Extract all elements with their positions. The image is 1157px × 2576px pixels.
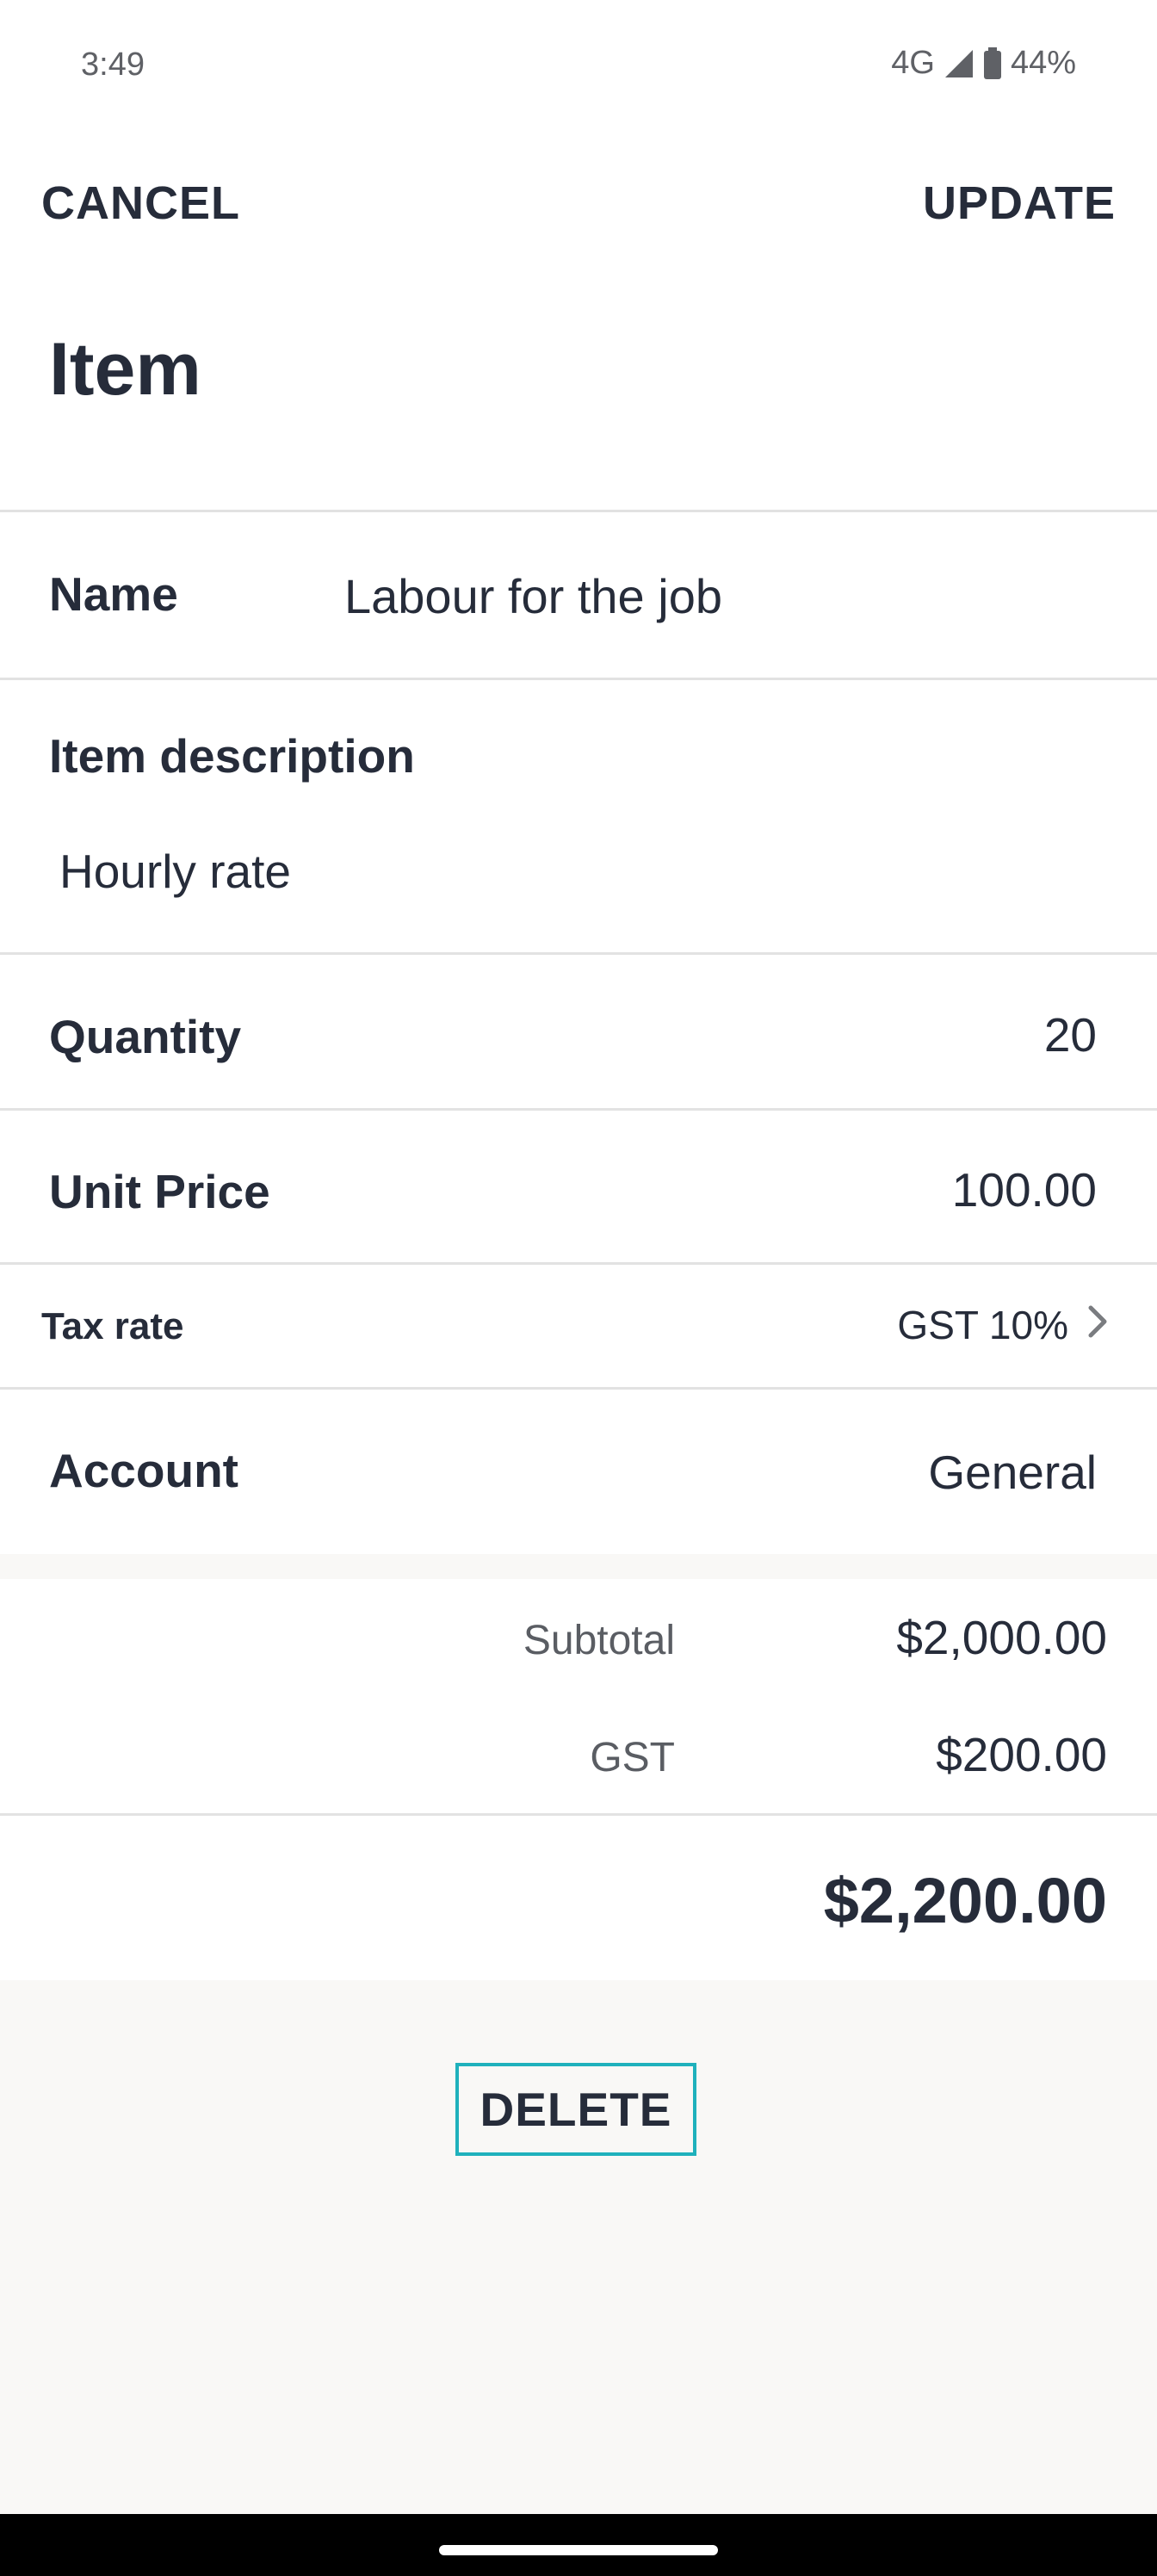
chevron-right-icon <box>1087 1302 1108 1348</box>
account-value[interactable]: General <box>928 1445 1097 1500</box>
tax-rate-label: Tax rate <box>41 1305 184 1347</box>
divider <box>0 1813 1157 1816</box>
update-button[interactable]: UPDATE <box>923 176 1116 230</box>
cancel-button[interactable]: CANCEL <box>41 176 240 230</box>
divider <box>0 1108 1157 1111</box>
tax-rate-selector[interactable]: GST 10% <box>897 1302 1108 1348</box>
item-edit-screen: 3:49 4G 44% CANCEL UPDATE Item Name Labo… <box>0 0 1157 2576</box>
subtotal-label: Subtotal <box>523 1618 675 1663</box>
quantity-label: Quantity <box>49 1010 242 1063</box>
gst-value: $200.00 <box>936 1728 1107 1781</box>
battery-icon <box>983 46 1002 80</box>
unit-price-label: Unit Price <box>49 1165 270 1218</box>
tax-rate-value: GST 10% <box>897 1303 1068 1347</box>
account-label: Account <box>49 1444 238 1497</box>
total-value: $2,200.00 <box>823 1865 1107 1936</box>
status-indicators: 4G 44% <box>891 45 1076 82</box>
divider <box>0 952 1157 955</box>
battery-level: 44% <box>1010 45 1076 81</box>
gst-label: GST <box>590 1735 675 1780</box>
quantity-input[interactable]: 20 <box>1044 1007 1097 1062</box>
signal-icon <box>944 48 974 79</box>
subtotal-value: $2,000.00 <box>896 1611 1107 1664</box>
description-label: Item description <box>49 729 415 783</box>
divider <box>0 1262 1157 1265</box>
section-gap <box>0 1555 1157 1579</box>
home-gesture-handle[interactable] <box>439 2545 718 2555</box>
divider <box>0 1387 1157 1390</box>
description-input[interactable]: Hourly rate <box>59 844 291 899</box>
item-form-panel: 3:49 4G 44% CANCEL UPDATE Item Name Labo… <box>0 0 1157 1554</box>
status-time: 3:49 <box>81 46 145 83</box>
page-title: Item <box>49 328 201 411</box>
delete-button[interactable]: DELETE <box>455 2063 696 2156</box>
divider <box>0 678 1157 680</box>
divider <box>0 510 1157 512</box>
unit-price-input[interactable]: 100.00 <box>952 1162 1097 1217</box>
name-label: Name <box>49 567 178 621</box>
name-input[interactable]: Labour for the job <box>344 568 722 624</box>
network-type: 4G <box>891 45 935 81</box>
